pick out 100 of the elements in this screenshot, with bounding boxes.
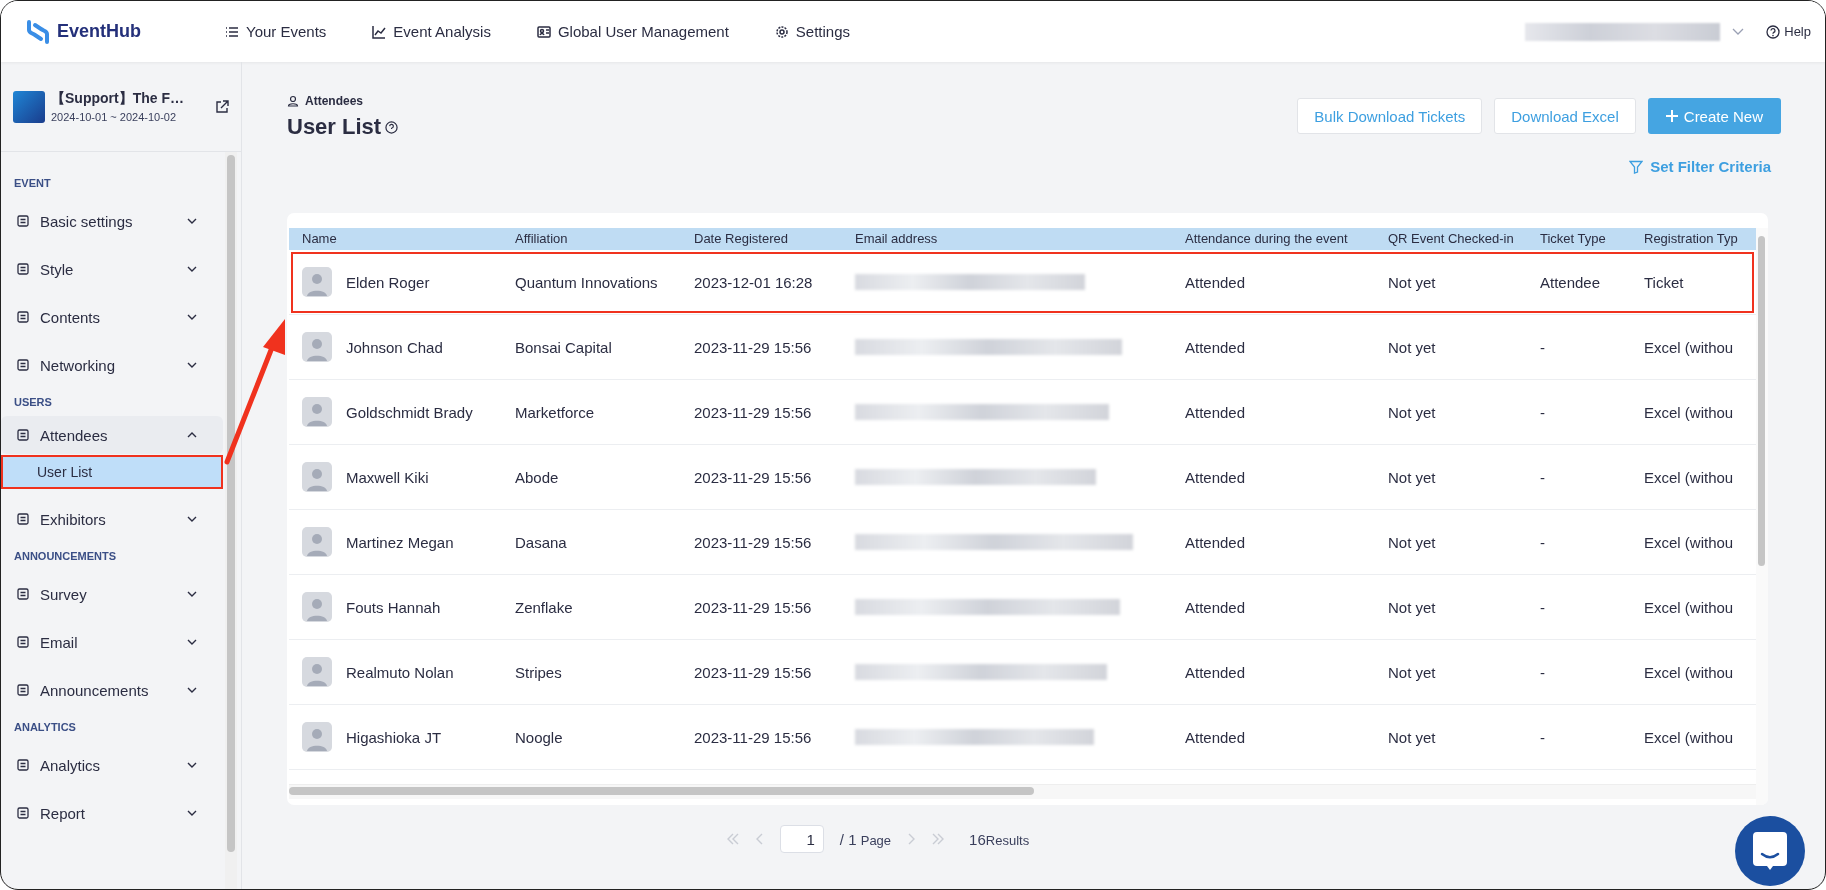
last-page-icon[interactable] <box>931 833 946 845</box>
avatar-placeholder <box>302 722 332 752</box>
chevron-down-icon <box>187 639 197 645</box>
scrollbar-thumb[interactable] <box>1758 236 1765 566</box>
avatar-placeholder <box>302 332 332 362</box>
table-cell: Higashioka JT <box>346 728 442 746</box>
nav-link[interactable]: Event Analysis <box>372 23 491 40</box>
section-label: ANNOUNCEMENTS <box>13 549 118 564</box>
column-header: Email address <box>854 230 939 248</box>
table-cell-text: Attended <box>1184 272 1247 293</box>
sidebar-item[interactable]: Contents <box>1 293 223 341</box>
table-cell-text: Dasana <box>514 532 568 553</box>
chevron-down-icon[interactable] <box>1732 27 1745 36</box>
table-cell-text: Excel (withou <box>1643 727 1735 748</box>
chat-icon <box>1753 832 1787 870</box>
table-cell: Maxwell Kiki <box>346 468 429 486</box>
help-icon <box>1766 24 1781 39</box>
help-link[interactable]: Help <box>1766 24 1811 39</box>
table-cell-text: Marketforce <box>514 402 596 423</box>
result-count: 16Results <box>969 830 1030 848</box>
table-cell-text: 2023-11-29 15:56 <box>693 532 813 553</box>
table-cell-text: Excel (withou <box>1643 597 1735 618</box>
breadcrumb: Attendees <box>305 94 363 108</box>
table-cell: Fouts Hannah <box>346 598 441 616</box>
sidebar-item[interactable]: Survey <box>1 570 223 618</box>
table-cell: Goldschmidt Brady <box>346 403 473 421</box>
table-cell-text: Attended <box>1184 402 1247 423</box>
table-cell-text: Not yet <box>1387 467 1437 488</box>
table-cell-text: Attended <box>1184 532 1247 553</box>
table-cell-text: Not yet <box>1387 662 1437 683</box>
table-cell-text: - <box>1539 597 1546 618</box>
table-cell-text: - <box>1539 532 1546 553</box>
table-cell-text: Attended <box>1184 727 1247 748</box>
table-cell-text: Abode <box>514 467 560 488</box>
table-cell: Johnson Chad <box>346 338 443 356</box>
chevron-down-icon <box>187 516 197 522</box>
gear-icon <box>774 24 789 39</box>
page-input[interactable]: 1 <box>779 825 824 853</box>
next-page-icon[interactable] <box>907 833 916 845</box>
event-title: 【Support】The F… <box>51 90 185 108</box>
column-header: Affiliation <box>514 230 569 248</box>
sidebar-item[interactable]: Report <box>1 789 223 837</box>
column-header: Attendance during the event <box>1184 230 1349 248</box>
sidebar-subitem[interactable]: User List <box>1 455 223 489</box>
avatar-placeholder <box>302 527 332 557</box>
sidebar-item[interactable]: Announcements <box>1 666 223 714</box>
nav-link[interactable]: Global User Management <box>536 23 729 40</box>
table-cell-text: - <box>1539 402 1546 423</box>
avatar-placeholder <box>302 267 332 297</box>
section-label: ANALYTICS <box>13 720 77 735</box>
sidebar-item[interactable]: Exhibitors <box>1 495 223 543</box>
table-cell-text: 2023-11-29 15:56 <box>693 662 813 683</box>
table-cell-text: Excel (withou <box>1643 467 1735 488</box>
external-link-icon[interactable] <box>215 99 229 114</box>
sidebar-item[interactable]: Analytics <box>1 741 223 789</box>
table-cell: Elden Roger <box>346 273 430 291</box>
nav-link[interactable]: Settings <box>774 23 851 40</box>
sidebar-item[interactable]: Attendees <box>1 416 223 454</box>
column-header: QR Event Checked-in <box>1387 230 1515 248</box>
id-card-icon <box>536 24 551 39</box>
section-label: USERS <box>13 395 53 410</box>
table-cell-text: 2023-12-01 16:28 <box>693 272 814 293</box>
previous-page-icon[interactable] <box>755 833 764 845</box>
first-page-icon[interactable] <box>725 833 740 845</box>
avatar-placeholder <box>302 657 332 687</box>
event-logo-image <box>13 90 45 123</box>
table-cell-text: - <box>1539 727 1546 748</box>
table-cell-text: Stripes <box>514 662 563 683</box>
avatar-placeholder <box>302 397 332 427</box>
table-cell-text: Attendee <box>1539 272 1602 293</box>
table-cell-text: Bonsai Capital <box>514 337 613 358</box>
help-icon[interactable] <box>385 120 399 134</box>
event-dates: 2024-10-01 ~ 2024-10-02 <box>51 111 178 123</box>
table-cell-text: - <box>1539 467 1546 488</box>
app-name: EventHub <box>57 21 141 42</box>
section-label: EVENT <box>13 176 52 191</box>
scrollbar-thumb[interactable] <box>227 155 235 853</box>
scrollbar-thumb[interactable] <box>289 787 1034 795</box>
chevron-down-icon <box>187 762 197 768</box>
sidebar-item[interactable]: Basic settings <box>1 197 223 245</box>
table-cell-text: 2023-11-29 15:56 <box>693 597 813 618</box>
sidebar-item[interactable]: Style <box>1 245 223 293</box>
page-title: User List <box>287 114 382 140</box>
table-cell-text: Noogle <box>514 727 564 748</box>
column-header: Date Registered <box>693 230 789 248</box>
table-cell-text: 2023-11-29 15:56 <box>693 337 813 358</box>
logo-icon <box>25 19 51 44</box>
funnel-icon <box>1629 159 1644 174</box>
avatar-placeholder <box>302 462 332 492</box>
table-cell-text: 2023-11-29 15:56 <box>693 402 813 423</box>
chevron-down-icon <box>187 266 197 272</box>
table-cell: Martinez Megan <box>346 533 454 551</box>
sidebar-item[interactable]: Networking <box>1 341 223 389</box>
chevron-down-icon <box>187 314 197 320</box>
table-cell: Realmuto Nolan <box>346 663 454 681</box>
nav-link[interactable]: Your Events <box>225 23 327 40</box>
sidebar-item[interactable]: Email <box>1 618 223 666</box>
table-cell-text: Attended <box>1184 467 1247 488</box>
table-cell-text: Excel (withou <box>1643 662 1735 683</box>
table-cell-text: Not yet <box>1387 597 1437 618</box>
